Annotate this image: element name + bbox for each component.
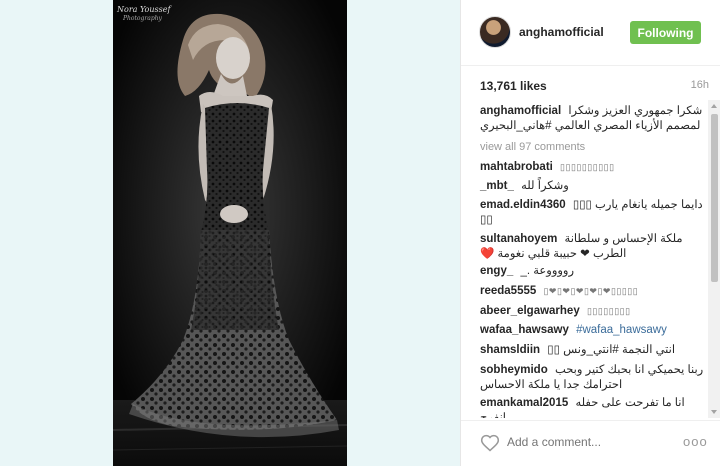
comment-text: ▯▯▯▯▯▯▯▯: [586, 306, 631, 316]
comment-username[interactable]: sobheymido: [480, 364, 548, 376]
comment-username[interactable]: engy_: [480, 265, 513, 277]
list-item: wafaa_hawsawy #wafaa_hawsawy: [480, 323, 706, 338]
list-item: abeer_elgawarhey ▯▯▯▯▯▯▯▯: [480, 304, 706, 319]
list-item: reeda5555 ▯❤▯❤▯❤▯❤▯❤▯▯▯▯▯: [480, 284, 706, 299]
comment-username[interactable]: wafaa_hawsawy: [480, 324, 569, 336]
scroll-up-arrow-icon[interactable]: [711, 104, 717, 108]
comment-username[interactable]: mahtabrobati: [480, 161, 553, 173]
comments-scrollbar[interactable]: [708, 100, 720, 418]
post-age[interactable]: 16h: [691, 79, 709, 91]
list-item: sobheymido ربنا يحميكي انا بحبك كتير وبح…: [480, 363, 706, 393]
avatar[interactable]: [479, 16, 511, 48]
post-detail-panel: anghamofficial Following 13,761 likes 16…: [460, 0, 720, 466]
comment-text: انتي النجمة #انتي_ونس ▯▯: [547, 344, 676, 356]
list-item: shamsldiin انتي النجمة #انتي_ونس ▯▯: [480, 343, 706, 358]
comment-hashtag[interactable]: #wafaa_hawsawy: [576, 324, 667, 336]
comment-username[interactable]: emad.eldin4360: [480, 199, 566, 211]
comment-username[interactable]: abeer_elgawarhey: [480, 305, 580, 317]
post-header: anghamofficial Following: [461, 0, 720, 66]
comment-username[interactable]: emankamal2015: [480, 397, 568, 409]
comment-text: رووووعة ._: [520, 265, 575, 277]
list-item: _mbt_ وشكراً لله: [480, 179, 706, 194]
comment-username[interactable]: _mbt_: [480, 180, 514, 192]
view-all-comments-link[interactable]: view all 97 comments: [480, 140, 706, 155]
list-item: emad.eldin4360 دايما جميله يانغام يارب ▯…: [480, 198, 706, 228]
singer-gown-illustration: [113, 0, 347, 466]
photo-watermark-subtitle: Photography: [123, 15, 162, 22]
add-comment-input[interactable]: [507, 434, 667, 450]
comment-username[interactable]: reeda5555: [480, 285, 536, 297]
list-item: emankamal2015 انا ما تفرحت على حفله انفر…: [480, 396, 706, 418]
likes-count[interactable]: 13,761 likes: [480, 79, 547, 93]
post-photo[interactable]: Nora Youssef Photography: [113, 0, 347, 466]
list-item: engy_ رووووعة ._: [480, 264, 706, 279]
scroll-thumb[interactable]: [711, 114, 718, 282]
caption: anghamofficial شكرا جمهوري العزيز وشكرا …: [480, 104, 706, 134]
comment-text: ▯▯▯▯▯▯▯▯▯▯: [560, 162, 615, 172]
list-item: mahtabrobati ▯▯▯▯▯▯▯▯▯▯: [480, 160, 706, 175]
list-item: sultanahoyem ملكة الإحساس و سلطانة الطرب…: [480, 232, 706, 262]
caption-username[interactable]: anghamofficial: [480, 105, 561, 117]
comment-text: ▯❤▯❤▯❤▯❤▯❤▯▯▯▯▯: [543, 286, 639, 296]
comment-username[interactable]: sultanahoyem: [480, 233, 557, 245]
post-footer: ooo: [461, 420, 720, 466]
scroll-down-arrow-icon[interactable]: [711, 410, 717, 414]
more-options-icon[interactable]: ooo: [683, 434, 708, 449]
heart-icon[interactable]: [480, 433, 500, 453]
comment-username[interactable]: shamsldiin: [480, 344, 540, 356]
post-username[interactable]: anghamofficial: [519, 25, 604, 39]
photo-watermark: Nora Youssef: [117, 5, 171, 14]
comment-text: وشكراً لله: [521, 180, 569, 192]
following-button[interactable]: Following: [630, 21, 701, 44]
comment-list[interactable]: anghamofficial شكرا جمهوري العزيز وشكرا …: [461, 100, 709, 418]
